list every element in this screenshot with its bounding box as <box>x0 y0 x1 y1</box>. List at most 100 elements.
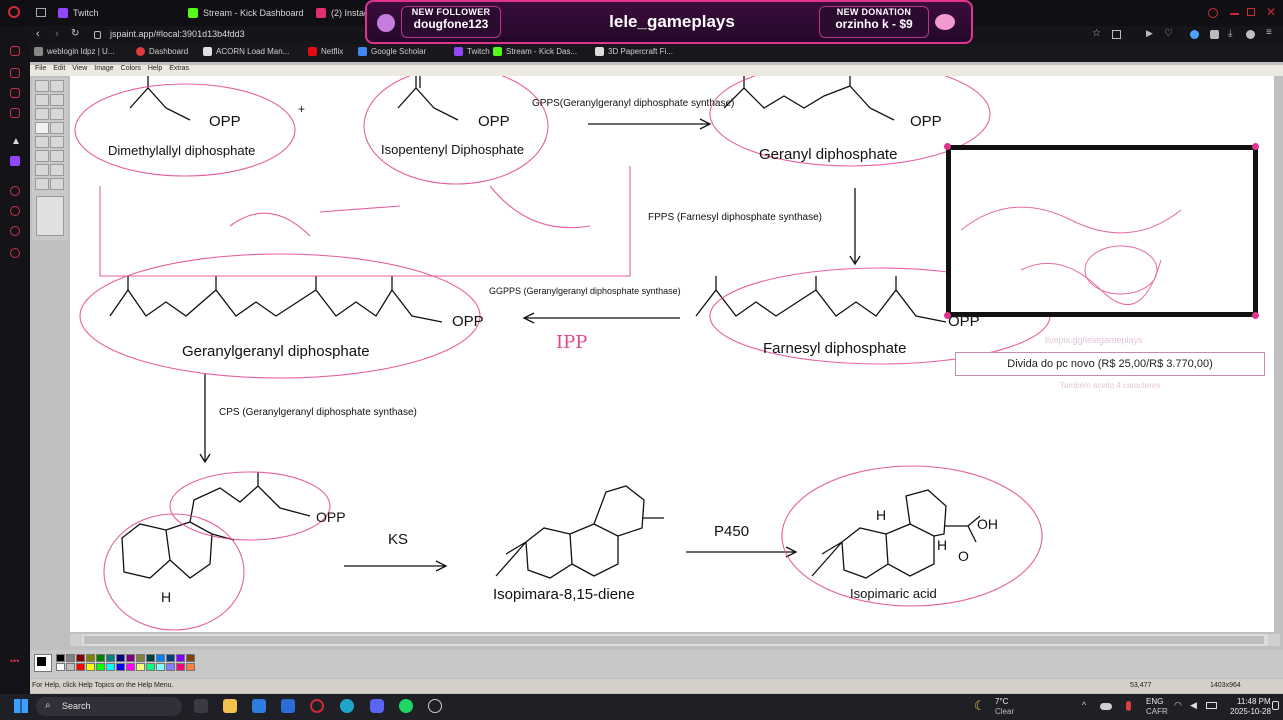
notification-icon[interactable] <box>1272 701 1279 710</box>
minimize-icon[interactable] <box>1230 13 1239 15</box>
palette-swatch[interactable] <box>96 654 105 662</box>
tray-chevron-icon[interactable]: ^ <box>1082 700 1086 710</box>
site-info-icon[interactable] <box>94 31 101 39</box>
palette-swatch[interactable] <box>66 654 75 662</box>
twitch-sidebar-icon[interactable] <box>10 156 20 166</box>
profile-icon[interactable] <box>1246 30 1255 39</box>
selection-handle-bl[interactable] <box>944 312 951 319</box>
bookmark-acorn[interactable]: ACORN Load Man... <box>203 47 289 56</box>
palette-swatch[interactable] <box>66 663 75 671</box>
palette-swatch[interactable] <box>156 654 165 662</box>
scroll-thumb[interactable] <box>84 636 1264 644</box>
palette-swatch[interactable] <box>176 654 185 662</box>
bookmark-papercraft[interactable]: 3D Papercraft Fi... <box>595 47 673 56</box>
downloads-sidebar-icon[interactable] <box>10 226 20 236</box>
menu-help[interactable]: Help <box>148 65 162 72</box>
palette-swatch[interactable] <box>126 654 135 662</box>
brush-tool[interactable] <box>50 122 64 134</box>
close-icon[interactable]: ✕ <box>1266 5 1276 19</box>
whatsapp-icon[interactable] <box>10 88 20 98</box>
selection-handle-tr[interactable] <box>1252 143 1259 150</box>
back-icon[interactable]: ‹ <box>36 28 40 40</box>
palette-swatch[interactable] <box>56 654 65 662</box>
polygon-tool[interactable] <box>50 164 64 176</box>
file-explorer-icon[interactable] <box>223 699 237 713</box>
menu-view[interactable]: View <box>72 65 87 72</box>
bookmark-weblogin[interactable]: weblogin ldpz | U... <box>34 47 114 56</box>
opera-menu-icon[interactable] <box>8 6 20 18</box>
forward-icon[interactable]: › <box>55 28 59 40</box>
instagram-sidebar-icon[interactable] <box>10 108 20 118</box>
download-icon[interactable]: ⤓ <box>1228 28 1232 39</box>
player-sidebar-icon[interactable] <box>10 186 20 196</box>
palette-swatch[interactable] <box>76 663 85 671</box>
dropbox-icon[interactable] <box>252 699 266 713</box>
palette-swatch[interactable] <box>186 654 195 662</box>
onedrive-icon[interactable] <box>1100 703 1112 710</box>
scroll-left-icon[interactable] <box>70 634 82 646</box>
clock-time[interactable]: 11:48 PM <box>1237 697 1271 706</box>
store-icon[interactable] <box>281 699 295 713</box>
palette-swatch[interactable] <box>176 663 185 671</box>
ai-icon[interactable]: ▲ <box>11 136 21 147</box>
heart-icon[interactable]: ♡ <box>1164 28 1173 39</box>
palette-swatch[interactable] <box>156 663 165 671</box>
workspace-icon[interactable] <box>10 46 20 56</box>
current-colors[interactable] <box>34 654 52 672</box>
palette-swatch[interactable] <box>116 663 125 671</box>
selection-handle-tl[interactable] <box>944 143 951 150</box>
microphone-icon[interactable] <box>1126 701 1131 711</box>
windows-start-icon[interactable] <box>14 699 28 713</box>
palette-swatch[interactable] <box>186 663 195 671</box>
menu-icon[interactable]: ≡ <box>1266 27 1272 38</box>
free-select-tool[interactable] <box>35 80 49 92</box>
airbrush-tool[interactable] <box>35 136 49 148</box>
palette-swatch[interactable] <box>86 654 95 662</box>
bookmark-kick[interactable]: Stream - Kick Das... <box>493 47 577 56</box>
history-icon[interactable] <box>10 206 20 216</box>
volume-icon[interactable]: ◀ <box>1190 700 1197 711</box>
menu-extras[interactable]: Extras <box>169 65 189 72</box>
palette-swatch[interactable] <box>146 654 155 662</box>
palette-swatch[interactable] <box>116 654 125 662</box>
obs-icon[interactable] <box>428 699 442 713</box>
fill-tool[interactable] <box>50 94 64 106</box>
discord-icon[interactable] <box>370 699 384 713</box>
palette-swatch[interactable] <box>96 663 105 671</box>
selection-handle-br[interactable] <box>1252 312 1259 319</box>
lang-label[interactable]: ENG <box>1146 697 1163 706</box>
task-view-icon[interactable] <box>194 699 208 713</box>
ellipse-tool[interactable] <box>35 178 49 190</box>
maximize-icon[interactable] <box>1247 8 1255 16</box>
palette-swatch[interactable] <box>146 663 155 671</box>
rectangle-tool[interactable] <box>35 164 49 176</box>
wifi-icon[interactable]: ◠ <box>1174 700 1182 711</box>
battery-icon[interactable] <box>1206 702 1217 709</box>
pencil-tool[interactable] <box>35 122 49 134</box>
palette-swatch[interactable] <box>136 663 145 671</box>
scroll-right-icon[interactable] <box>1268 634 1280 646</box>
text-tool[interactable] <box>50 136 64 148</box>
palette-swatch[interactable] <box>86 663 95 671</box>
palette-swatch[interactable] <box>166 663 175 671</box>
pick-color-tool[interactable] <box>35 108 49 120</box>
bookmark-twitch[interactable]: Twitch <box>454 47 490 56</box>
palette-swatch[interactable] <box>166 654 175 662</box>
magnifier-tool[interactable] <box>50 108 64 120</box>
url-field[interactable]: jspaint.app/#local:3901d13b4fdd3 <box>110 29 245 39</box>
edge-icon[interactable] <box>340 699 354 713</box>
palette-swatch[interactable] <box>106 654 115 662</box>
palette-swatch[interactable] <box>136 654 145 662</box>
opera-icon[interactable] <box>310 699 324 713</box>
line-tool[interactable] <box>35 150 49 162</box>
menu-edit[interactable]: Edit <box>53 65 65 72</box>
tab-instagram[interactable]: (2) Instag <box>316 4 369 22</box>
clock-date[interactable]: 2025-10-28 <box>1230 707 1271 716</box>
bookmark-google-scholar[interactable]: Google Scholar <box>358 47 426 56</box>
settings-icon[interactable] <box>10 248 20 258</box>
spotify-icon[interactable] <box>399 699 413 713</box>
rounded-rectangle-tool[interactable] <box>50 178 64 190</box>
menu-file[interactable]: File <box>35 65 46 72</box>
bookmark-netflix[interactable]: Netflix <box>308 47 343 56</box>
select-tool[interactable] <box>50 80 64 92</box>
